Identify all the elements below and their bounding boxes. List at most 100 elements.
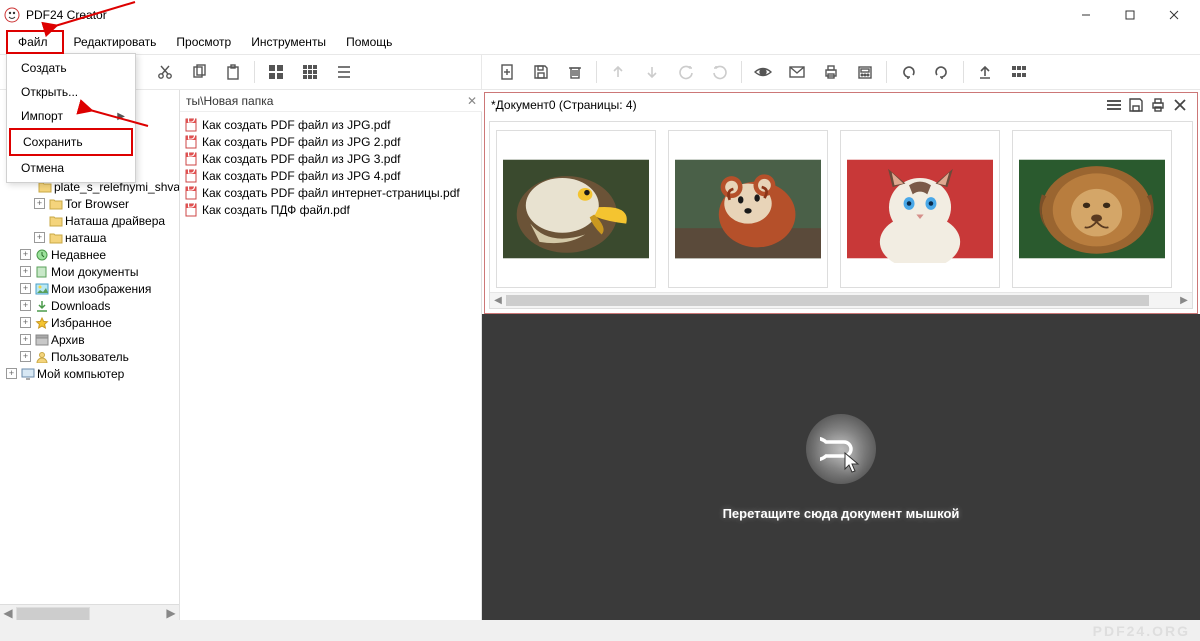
tree-item[interactable]: +Downloads <box>2 297 179 314</box>
new-page-button[interactable] <box>490 55 524 89</box>
toolbar-separator <box>886 61 887 83</box>
email-button[interactable] <box>780 55 814 89</box>
view-small-grid-button[interactable] <box>293 55 327 89</box>
tree-item[interactable]: +Недавнее <box>2 246 179 263</box>
down-icon <box>35 300 49 312</box>
rotate-cw-button[interactable] <box>703 55 737 89</box>
page-thumbnail-2[interactable] <box>668 130 828 288</box>
tree-item[interactable]: +Мой компьютер <box>2 365 179 382</box>
file-list[interactable]: PDFКак создать PDF файл из JPG.pdfPDFКак… <box>180 112 481 222</box>
eagle-image <box>503 155 649 263</box>
pics-icon <box>35 283 49 295</box>
toolbar-separator <box>596 61 597 83</box>
menu-item-create[interactable]: Создать <box>9 56 133 80</box>
copy-button[interactable] <box>182 55 216 89</box>
app-icon <box>4 7 20 23</box>
file-row[interactable]: PDFКак создать PDF файл из JPG 2.pdf <box>184 133 477 150</box>
view-list-button[interactable] <box>327 55 361 89</box>
doc-save-button[interactable] <box>1125 94 1147 116</box>
rotate-ccw-button[interactable] <box>669 55 703 89</box>
scroll-left-button[interactable]: ◀ <box>0 605 16 620</box>
page-thumbnails <box>490 122 1192 292</box>
toolbar-separator <box>254 61 255 83</box>
preview-button[interactable] <box>746 55 780 89</box>
cursor-icon <box>844 452 862 474</box>
print-button[interactable] <box>814 55 848 89</box>
window-maximize-button[interactable] <box>1108 0 1152 30</box>
file-row[interactable]: PDFКак создать PDF файл из JPG 3.pdf <box>184 150 477 167</box>
menu-item-cancel[interactable]: Отмена <box>9 156 133 180</box>
fax-button[interactable] <box>848 55 882 89</box>
thumbnails-scrollbar[interactable]: ◀ ▶ <box>490 292 1192 308</box>
tree-item[interactable]: Наташа драйвера <box>2 212 179 229</box>
tree-item[interactable]: +наташа <box>2 229 179 246</box>
cat-image <box>847 155 993 263</box>
menu-item-open[interactable]: Открыть... <box>9 80 133 104</box>
scroll-thumb[interactable] <box>16 607 90 620</box>
menu-view[interactable]: Просмотр <box>166 30 241 54</box>
doc-close-button[interactable] <box>1169 94 1191 116</box>
red-panda-image <box>675 155 821 263</box>
menu-tools[interactable]: Инструменты <box>241 30 336 54</box>
tree-item[interactable]: +Архив <box>2 331 179 348</box>
grid-view-button[interactable] <box>1002 55 1036 89</box>
file-row[interactable]: PDFКак создать PDF файл из JPG 4.pdf <box>184 167 477 184</box>
move-down-button[interactable] <box>635 55 669 89</box>
delete-button[interactable] <box>558 55 592 89</box>
doc-menu-button[interactable] <box>1103 94 1125 116</box>
menu-item-import[interactable]: Импорт▶ <box>9 104 133 128</box>
app-title: PDF24 Creator <box>26 8 1064 22</box>
page-thumbnail-4[interactable] <box>1012 130 1172 288</box>
view-large-grid-button[interactable] <box>259 55 293 89</box>
tree-item[interactable]: +Мои документы <box>2 263 179 280</box>
pdf-file-icon: PDF <box>184 203 198 217</box>
scroll-right-button[interactable]: ▶ <box>1176 293 1192 308</box>
redo-button[interactable] <box>925 55 959 89</box>
tree-item[interactable]: +Избранное <box>2 314 179 331</box>
pdf-file-icon: PDF <box>184 169 198 183</box>
file-row[interactable]: PDFКак создать ПДФ файл.pdf <box>184 201 477 218</box>
doc-print-button[interactable] <box>1147 94 1169 116</box>
menu-view-label: Просмотр <box>176 35 231 49</box>
menu-edit[interactable]: Редактировать <box>64 30 167 54</box>
svg-text:PDF: PDF <box>184 186 198 194</box>
save-button[interactable] <box>524 55 558 89</box>
window-minimize-button[interactable] <box>1064 0 1108 30</box>
tree-item-label: наташа <box>65 231 106 245</box>
paste-button[interactable] <box>216 55 250 89</box>
move-up-button[interactable] <box>601 55 635 89</box>
document-pane: *Документ0 (Страницы: 4) <box>482 90 1200 620</box>
tree-item[interactable]: +Мои изображения <box>2 280 179 297</box>
tree-item-label: Архив <box>51 333 85 347</box>
scroll-left-button[interactable]: ◀ <box>490 293 506 308</box>
page-thumbnail-3[interactable] <box>840 130 1000 288</box>
path-close-button[interactable]: ✕ <box>464 94 480 108</box>
menu-item-save[interactable]: Сохранить <box>9 128 133 156</box>
tree-item[interactable]: +Пользователь <box>2 348 179 365</box>
app-window: PDF24 Creator Файл Редактировать Просмот… <box>0 0 1200 620</box>
menu-help[interactable]: Помощь <box>336 30 402 54</box>
scroll-right-button[interactable]: ▶ <box>163 605 179 620</box>
file-row[interactable]: PDFКак создать PDF файл интернет-страниц… <box>184 184 477 201</box>
upload-button[interactable] <box>968 55 1002 89</box>
drop-area[interactable]: Перетащите сюда документ мышкой <box>482 314 1200 620</box>
menu-file[interactable]: Файл <box>6 30 64 54</box>
document-header: *Документ0 (Страницы: 4) <box>485 93 1197 117</box>
document-title: *Документ0 (Страницы: 4) <box>491 98 1103 112</box>
scroll-thumb[interactable] <box>506 295 1149 306</box>
tree-horizontal-scrollbar[interactable]: ◀ ▶ <box>0 604 179 620</box>
page-thumbnail-1[interactable] <box>496 130 656 288</box>
computer-icon <box>21 368 35 380</box>
folder-icon <box>49 232 63 244</box>
tree-item[interactable]: +Tor Browser <box>2 195 179 212</box>
titlebar: PDF24 Creator <box>0 0 1200 30</box>
pdf-file-icon: PDF <box>184 152 198 166</box>
pdf-file-icon: PDF <box>184 118 198 132</box>
window-close-button[interactable] <box>1152 0 1196 30</box>
file-row[interactable]: PDFКак создать PDF файл из JPG.pdf <box>184 116 477 133</box>
svg-text:PDF: PDF <box>184 169 198 177</box>
pdf-file-icon: PDF <box>184 186 198 200</box>
tree-item-label: Избранное <box>51 316 112 330</box>
cut-button[interactable] <box>148 55 182 89</box>
undo-button[interactable] <box>891 55 925 89</box>
